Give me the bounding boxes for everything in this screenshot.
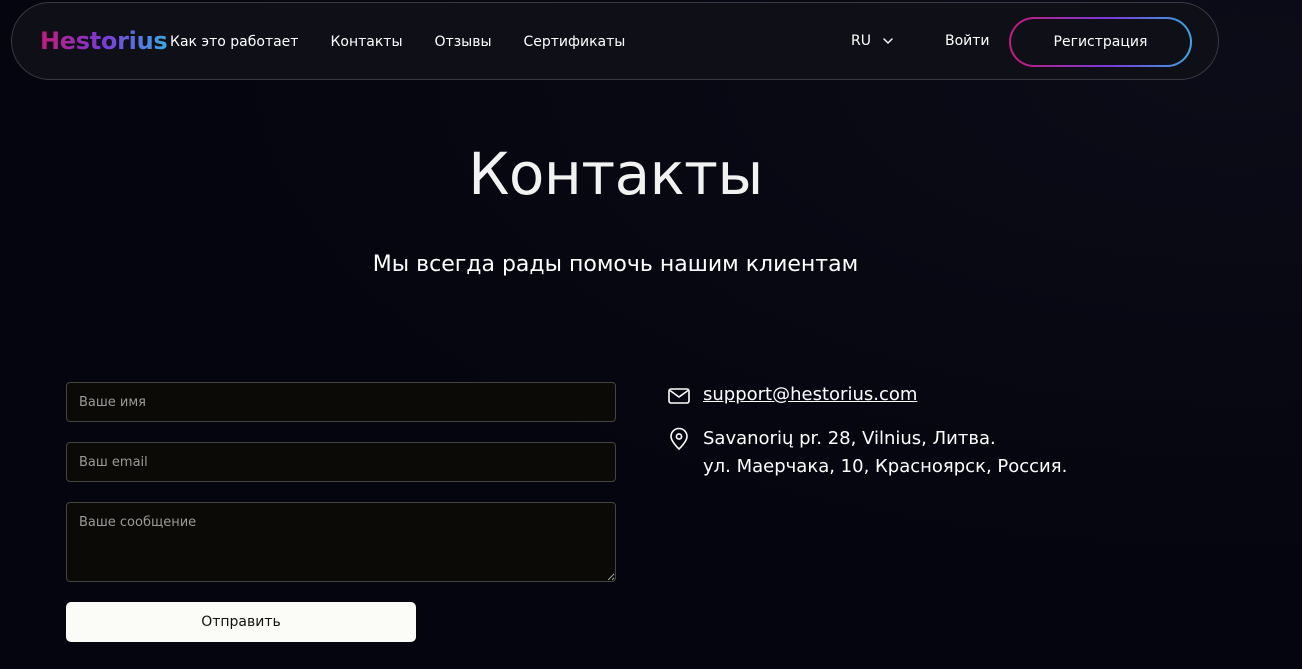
- top-navbar: Hestorius Как это работает Контакты Отзы…: [11, 2, 1219, 80]
- nav-certificates[interactable]: Сертификаты: [524, 34, 626, 50]
- nav-contacts[interactable]: Контакты: [330, 34, 402, 50]
- language-label: RU: [851, 33, 871, 49]
- page-title: Контакты: [468, 140, 763, 208]
- login-link[interactable]: Войти: [945, 33, 990, 49]
- logo[interactable]: Hestorius: [40, 27, 168, 55]
- language-selector[interactable]: RU: [851, 33, 893, 49]
- submit-button[interactable]: Отправить: [66, 602, 416, 642]
- main-nav: Как это работает Контакты Отзывы Сертифи…: [170, 34, 625, 50]
- mail-icon: [668, 388, 690, 404]
- page: Hestorius Как это работает Контакты Отзы…: [0, 0, 1302, 669]
- page-subtitle: Мы всегда рады помочь нашим клиентам: [372, 252, 859, 277]
- message-textarea[interactable]: [66, 502, 616, 582]
- location-pin-icon: [670, 427, 688, 450]
- register-button-label: Регистрация: [1011, 19, 1190, 65]
- name-input[interactable]: [66, 382, 616, 422]
- register-button[interactable]: Регистрация: [1009, 17, 1192, 67]
- address-line-vilnius: Savanorių pr. 28, Vilnius, Литва.: [703, 428, 996, 449]
- nav-how-it-works[interactable]: Как это работает: [170, 34, 298, 50]
- nav-reviews[interactable]: Отзывы: [435, 34, 492, 50]
- support-email-link[interactable]: support@hestorius.com: [703, 384, 917, 405]
- email-input[interactable]: [66, 442, 616, 482]
- address-line-krasnoyarsk: ул. Маерчака, 10, Красноярск, Россия.: [703, 456, 1068, 477]
- chevron-down-icon: [883, 38, 893, 44]
